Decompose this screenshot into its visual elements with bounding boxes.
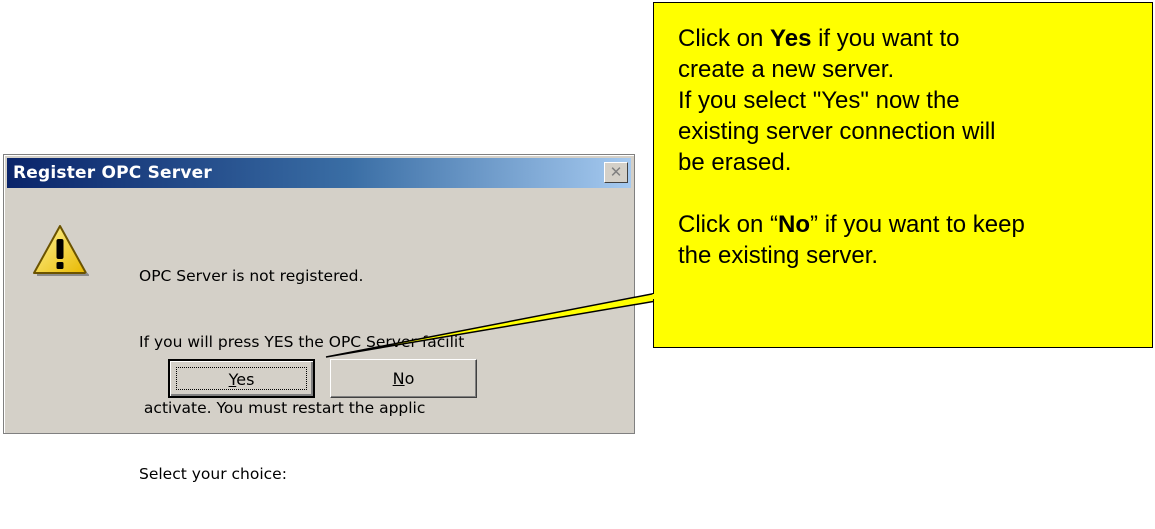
message-line: Select your choice:	[139, 465, 287, 483]
callout-pointer-join	[652, 294, 656, 299]
